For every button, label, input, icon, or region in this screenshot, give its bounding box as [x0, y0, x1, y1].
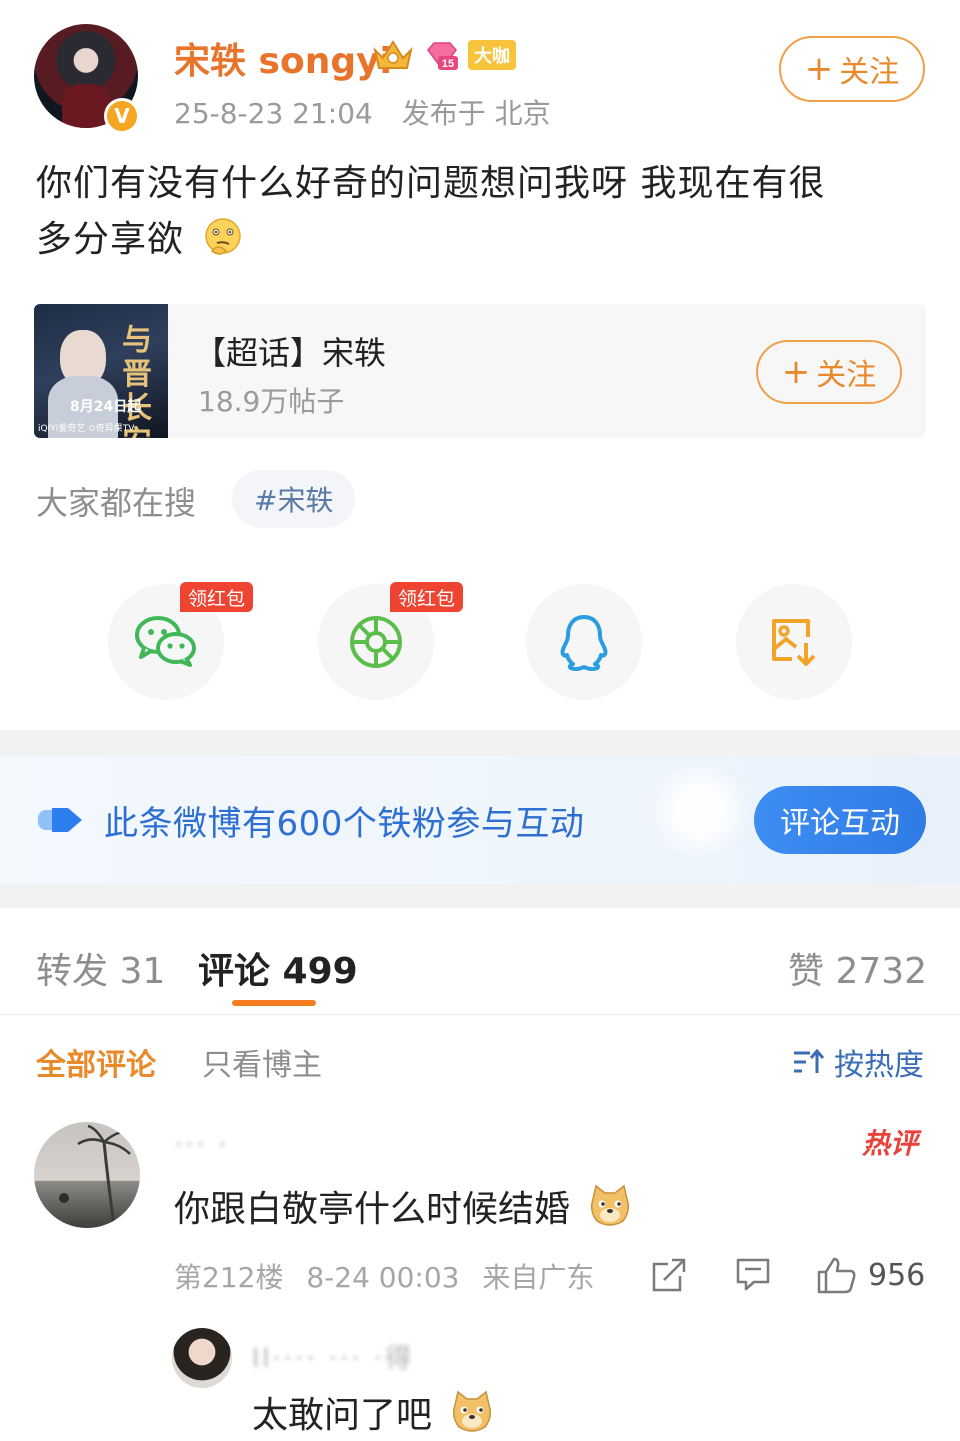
doge-emoji-icon [591, 1184, 630, 1226]
reply-comment-button[interactable] [734, 1256, 772, 1292]
topic-name: 【超话】宋轶 [194, 334, 387, 372]
reply-body: 太敢问了吧 [252, 1395, 433, 1436]
sort-label: 按热度 [834, 1048, 924, 1083]
replier-avatar[interactable] [172, 1328, 232, 1388]
post-body: 你们有没有什么好奇的问题想问我呀 我现在有很 多分享欲 [36, 156, 916, 268]
thinking-emoji-icon [205, 218, 242, 255]
red-packet-tag: 领红包 [180, 582, 254, 612]
post-time: 25-8-23 21:04 [174, 97, 373, 130]
crown-icon [373, 40, 413, 69]
repost-comment-button[interactable] [650, 1256, 688, 1294]
author-name[interactable]: 宋轶 songyi [174, 32, 392, 84]
like-count: 956 [868, 1257, 926, 1293]
doge-emoji-icon [453, 1390, 492, 1432]
follow-topic-button[interactable]: + 关注 [756, 340, 902, 404]
thumbs-up-icon [817, 1257, 856, 1294]
comment-time: 8-24 00:03 [306, 1261, 460, 1294]
follow-author-button[interactable]: + 关注 [779, 36, 925, 102]
post-location: 发布于 北京 [401, 97, 551, 130]
tab-repost[interactable]: 转发 31 [36, 942, 165, 994]
active-tab-indicator [232, 1000, 316, 1006]
comment-text: 你跟白敬亭什么时候结婚 [174, 1180, 633, 1232]
topic-cover-image: 与晋长安 8月24日起 iQIYI爱奇艺 ⊙奇异果TV [34, 304, 168, 438]
cover-date: 8月24日起 [70, 399, 142, 415]
super-topic-card[interactable]: 与晋长安 8月24日起 iQIYI爱奇艺 ⊙奇异果TV 【超话】宋轶 18.9万… [34, 304, 926, 438]
fan-interaction-banner[interactable]: 此条微博有600个铁粉参与互动 评论互动 [0, 756, 960, 884]
share-qq-button[interactable] [526, 584, 642, 700]
like-comment-button[interactable]: 956 [816, 1256, 925, 1294]
diamond-level-icon: 15 [427, 42, 458, 71]
post-text-line-2: 多分享欲 [36, 212, 916, 268]
cover-footer: iQIYI爱奇艺 ⊙奇异果TV [38, 424, 135, 434]
plus-icon: + [804, 49, 834, 89]
commenter-avatar[interactable] [34, 1122, 140, 1228]
section-divider [0, 884, 960, 908]
qq-icon [560, 615, 608, 671]
comment-meta: 第212楼 8-24 00:03 来自广东 [174, 1256, 594, 1296]
search-label: 大家都在搜 [36, 484, 197, 522]
post-meta: 25-8-23 21:04 发布于 北京 [174, 92, 551, 132]
search-hashtag[interactable]: #宋轶 [232, 470, 356, 528]
sort-icon [794, 1048, 824, 1073]
sort-by-heat-button[interactable]: 按热度 [792, 1040, 924, 1084]
vip-tag: 大咖 [468, 40, 516, 70]
save-image-icon [772, 619, 816, 666]
reply-text: 太敢问了吧 [252, 1386, 495, 1438]
comment-floor: 第212楼 [174, 1261, 284, 1294]
v-verified-icon: V [104, 98, 140, 134]
palm-tree-silhouette [59, 1124, 131, 1227]
post-text-line: 你们有没有什么好奇的问题想问我呀 我现在有很 [36, 163, 826, 204]
moments-icon [350, 616, 402, 668]
replier-name[interactable]: ll···· ··· ·得 [252, 1338, 414, 1375]
tab-like[interactable]: 赞 2732 [788, 942, 927, 994]
tab-comment[interactable]: 评论 499 [198, 942, 358, 994]
commenter-name[interactable]: ··· · [174, 1128, 229, 1161]
comment-bubble-icon [736, 1258, 770, 1291]
filter-all-comments[interactable]: 全部评论 [36, 1040, 156, 1084]
level-badge-text: 15 [442, 58, 454, 70]
red-packet-tag: 领红包 [390, 582, 464, 612]
comment-interact-button[interactable]: 评论互动 [754, 786, 926, 854]
post-text-line: 多分享欲 [36, 219, 185, 260]
comment-body: 你跟白敬亭什么时候结婚 [174, 1189, 571, 1230]
comment-location: 来自广东 [482, 1261, 595, 1294]
fans-interaction-icon [38, 808, 82, 832]
save-image-button[interactable] [736, 584, 852, 700]
tab-divider [0, 1014, 960, 1015]
interaction-text: 此条微博有600个铁粉参与互动 [104, 804, 585, 844]
filter-author-only[interactable]: 只看博主 [202, 1040, 322, 1084]
follow-label: 关注 [816, 358, 877, 393]
wechat-icon [135, 616, 196, 667]
section-divider [0, 730, 960, 756]
plus-icon: + [781, 352, 811, 392]
hot-comment-tag: 热评 [862, 1127, 919, 1160]
share-out-icon [652, 1258, 686, 1292]
topic-post-count: 18.9万帖子 [198, 385, 345, 418]
follow-label: 关注 [839, 55, 900, 90]
banner-decoration [640, 766, 760, 856]
